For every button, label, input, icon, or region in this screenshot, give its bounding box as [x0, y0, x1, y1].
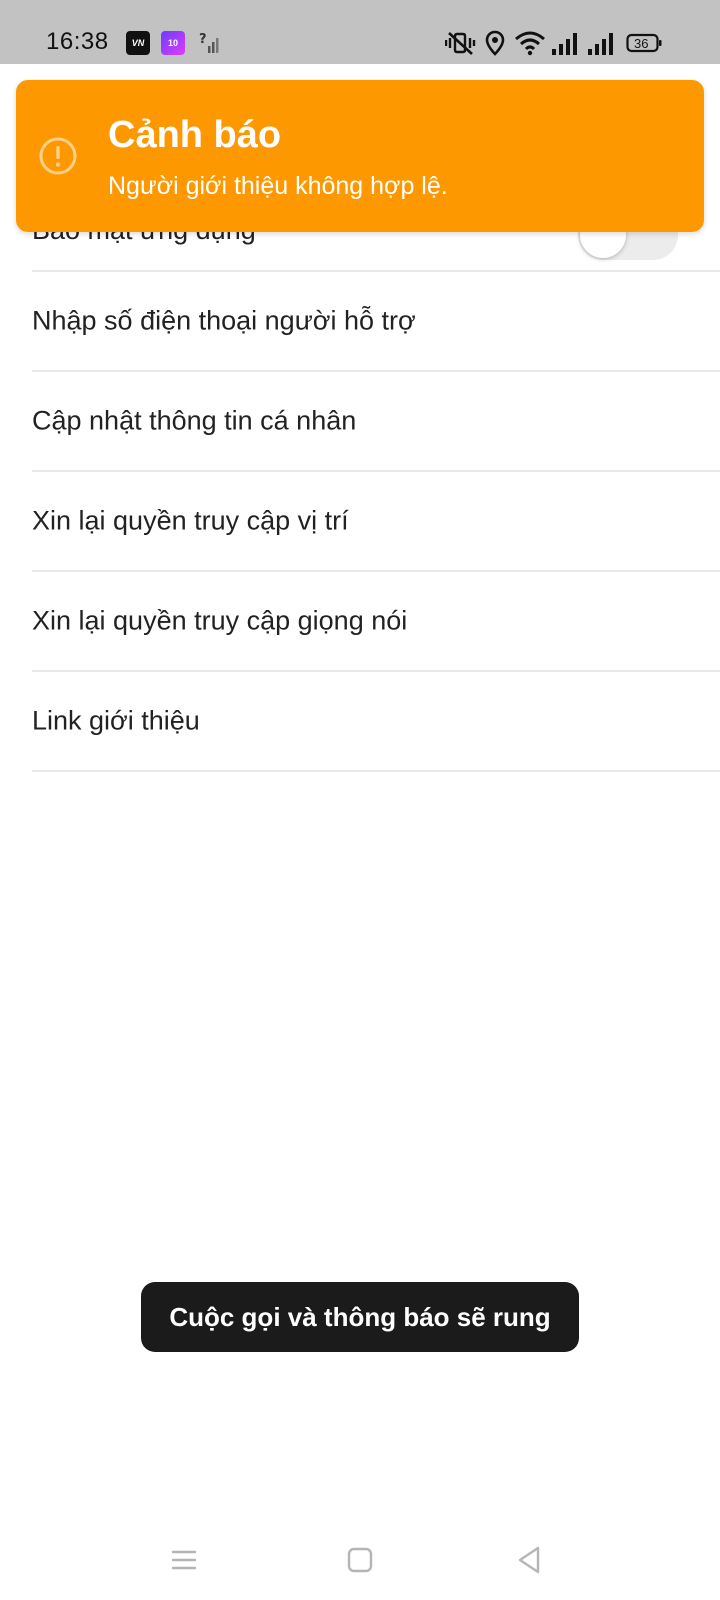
- settings-item-label: Xin lại quyền truy cập vị trí: [32, 505, 349, 536]
- settings-item-update-profile[interactable]: Cập nhật thông tin cá nhân: [32, 372, 720, 472]
- settings-item-referral-link[interactable]: Link giới thiệu: [32, 672, 720, 772]
- settings-item-support-phone[interactable]: Nhập số điện thoại người hỗ trợ: [32, 272, 720, 372]
- vn-app-icon: VN: [126, 31, 150, 55]
- warning-alert[interactable]: Cảnh báo Người giới thiệu không hợp lệ.: [16, 80, 704, 232]
- vibrate-icon: [445, 32, 476, 55]
- status-bar: 16:38 VN 10 ? 36: [0, 0, 720, 64]
- settings-item-location-permission[interactable]: Xin lại quyền truy cập vị trí: [32, 472, 720, 572]
- ten-app-icon: 10: [161, 31, 185, 55]
- settings-item-label: Xin lại quyền truy cập giọng nói: [32, 605, 408, 636]
- battery-level: 36: [634, 36, 649, 51]
- settings-item-voice-permission[interactable]: Xin lại quyền truy cập giọng nói: [32, 572, 720, 672]
- signal-icon: [552, 33, 577, 55]
- settings-item-label: Cập nhật thông tin cá nhân: [32, 405, 357, 436]
- wifi-icon: [515, 31, 545, 56]
- alert-title: Cảnh báo: [108, 114, 282, 156]
- home-icon[interactable]: [340, 1540, 380, 1580]
- status-time: 16:38: [46, 28, 109, 55]
- location-icon: [485, 30, 505, 56]
- toast-message: Cuộc gọi và thông báo sẽ rung: [169, 1301, 551, 1332]
- alert-message: Người giới thiệu không hợp lệ.: [108, 172, 448, 200]
- warning-icon: [39, 137, 77, 175]
- settings-item-label: Link giới thiệu: [32, 705, 200, 736]
- back-icon[interactable]: [510, 1540, 550, 1580]
- menu-icon[interactable]: [164, 1540, 204, 1580]
- settings-item-label: Nhập số điện thoại người hỗ trợ: [32, 305, 416, 336]
- svg-text:?: ?: [199, 32, 207, 47]
- settings-list: Bảo mật ứng dụng Nhập số điện thoại ngườ…: [32, 176, 720, 772]
- no-signal-icon: ?: [199, 32, 219, 53]
- signal-icon: [588, 33, 613, 55]
- toast: Cuộc gọi và thông báo sẽ rung: [141, 1282, 579, 1352]
